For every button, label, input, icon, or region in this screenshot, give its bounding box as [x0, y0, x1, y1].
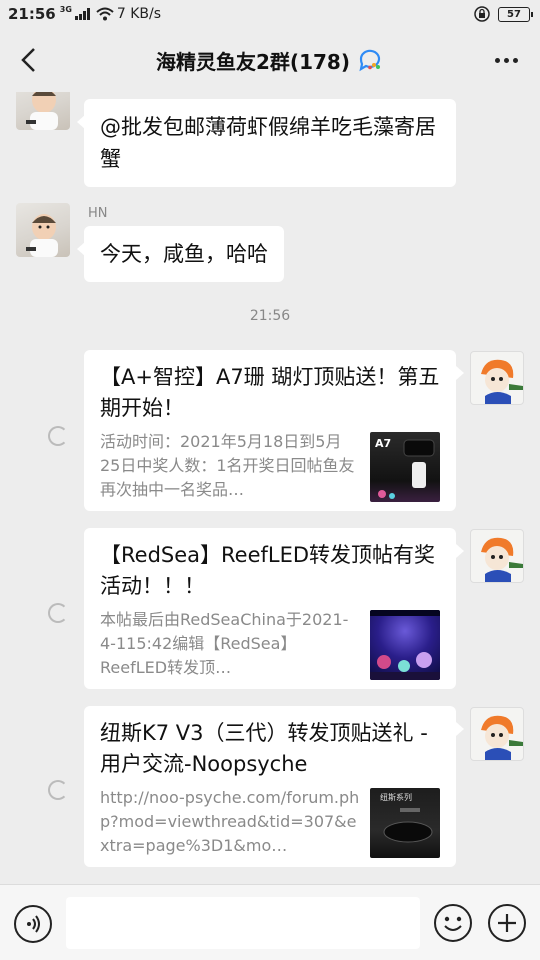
- voice-button[interactable]: [14, 905, 52, 943]
- more-dots-icon: [494, 57, 500, 63]
- avatar[interactable]: [16, 203, 70, 257]
- message-text: @批发包邮薄荷虾假绵羊吃毛藻寄居蟹: [100, 115, 436, 171]
- card-description: 活动时间：2021年5月18日到5月25日中奖人数：1名开奖日回帖鱼友再次抽中一…: [100, 432, 355, 499]
- chat-title: 海精灵鱼友2群(178): [156, 49, 350, 74]
- link-card[interactable]: 【RedSea】ReefLED转发顶帖有奖活动！！！ 本帖最后由RedSeaCh…: [84, 528, 464, 689]
- message-bubble[interactable]: 今天，咸鱼，哈哈: [77, 226, 284, 282]
- emoji-button[interactable]: [434, 904, 472, 942]
- battery-level: 57: [507, 8, 521, 20]
- network-speed: 7 KB/s: [116, 6, 162, 22]
- lock-icon: [474, 6, 490, 22]
- status-bar: 21:56 3G 7 KB/s 57: [0, 0, 540, 28]
- avatar[interactable]: [470, 529, 524, 583]
- message-text: 今天，咸鱼，哈哈: [100, 242, 268, 266]
- signal-icon: 3G: [59, 5, 90, 20]
- chevron-left-icon: [21, 48, 35, 72]
- link-card[interactable]: 【A+智控】A7珊 瑚灯顶贴送！第五期开始！ 活动时间：2021年5月18日到5…: [84, 350, 464, 511]
- message-input[interactable]: [66, 897, 420, 949]
- network-type: 3G: [59, 5, 72, 14]
- card-thumbnail: 纽斯系列: [370, 788, 440, 858]
- input-bar: [0, 884, 540, 960]
- status-time: 21:56: [8, 5, 56, 23]
- card-thumbnail: A7: [370, 432, 440, 502]
- link-card[interactable]: 纽斯K7 V3（三代）转发顶贴送礼 - 用户交流-Noopsyche http:…: [84, 706, 464, 867]
- avatar[interactable]: [470, 351, 524, 405]
- voice-icon: [27, 915, 40, 933]
- card-title: 【RedSea】ReefLED转发顶帖有奖活动！！！: [100, 543, 436, 598]
- plus-icon: [498, 914, 516, 932]
- avatar[interactable]: [16, 92, 70, 130]
- sender-name: HN: [88, 206, 108, 221]
- sending-spinner-icon: [48, 603, 68, 623]
- chat-header: 海精灵鱼友2群(178): [0, 28, 540, 92]
- plus-button[interactable]: [488, 904, 526, 942]
- battery-icon: 57: [498, 6, 533, 22]
- message-bubble[interactable]: @批发包邮薄荷虾假绵羊吃毛藻寄居蟹: [77, 99, 456, 187]
- card-description: http://noo-psyche.com/forum.php?mod=view…: [100, 788, 360, 855]
- card-title: 【A+智控】A7珊 瑚灯顶贴送！第五期开始！: [100, 365, 440, 420]
- emoji-icon: [444, 916, 462, 931]
- card-title: 纽斯K7 V3（三代）转发顶贴送礼 - 用户交流-Noopsyche: [100, 721, 428, 776]
- more-button[interactable]: [490, 48, 522, 72]
- chat-area[interactable]: @批发包邮薄荷虾假绵羊吃毛藻寄居蟹 HN 今天，咸鱼，哈哈 21:56 【A+智…: [0, 92, 540, 884]
- message-timestamp: 21:56: [249, 308, 291, 324]
- card-description: 本帖最后由RedSeaChina于2021-4-115:42编辑【RedSea】…: [100, 610, 349, 677]
- sending-spinner-icon: [48, 780, 68, 800]
- card-thumbnail: [370, 610, 440, 680]
- sending-spinner-icon: [48, 426, 68, 446]
- avatar[interactable]: [470, 707, 524, 761]
- wifi-icon: [96, 7, 114, 21]
- back-button[interactable]: [14, 46, 42, 74]
- group-chat-icon: [356, 48, 384, 72]
